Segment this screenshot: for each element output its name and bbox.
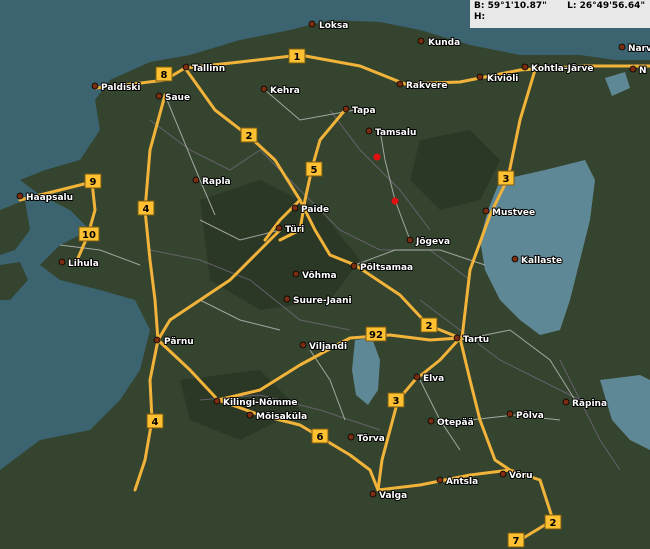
city-label: Võru xyxy=(509,471,533,481)
road-shield: 8 xyxy=(155,66,173,82)
road-number: 7 xyxy=(513,536,520,547)
city-label: Põltsamaa xyxy=(360,263,413,273)
coordinate-row: B: 59°1'10.87" L: 26°49'56.64" xyxy=(474,1,646,12)
road-shield: 10 xyxy=(78,226,100,242)
city-label: Suure-Jaani xyxy=(293,296,352,306)
road-shield: 7 xyxy=(507,532,525,548)
road-shield: 2 xyxy=(544,514,562,530)
map-canvas[interactable]: 1 8 2 5 3 9 4 10 2 92 3 4 6 2 7 Loksa Ku… xyxy=(0,0,650,549)
city-label: Elva xyxy=(423,374,444,384)
city-label: Jõgeva xyxy=(415,237,450,247)
road-number: 92 xyxy=(369,330,383,341)
city-label: Paldiski xyxy=(101,83,140,93)
city-label: Rapla xyxy=(202,177,231,187)
city[interactable]: Mõisaküla xyxy=(246,411,308,423)
city-label: Kilingi-Nõmme xyxy=(223,398,297,408)
location-marker[interactable] xyxy=(391,197,399,205)
location-marker[interactable] xyxy=(373,153,381,161)
city-label: Tamsalu xyxy=(375,128,416,138)
city-label: Tartu xyxy=(463,335,489,345)
road-number: 4 xyxy=(152,417,159,428)
road-number: 10 xyxy=(82,230,96,241)
road-shield: 9 xyxy=(84,173,102,189)
city-label: Põlva xyxy=(516,411,544,421)
city[interactable]: Suure-Jaani xyxy=(283,295,353,307)
height-row: H: xyxy=(474,12,646,23)
city-label: Türi xyxy=(285,225,304,235)
city[interactable]: Kilingi-Nõmme xyxy=(213,397,298,409)
road-number: 4 xyxy=(143,204,150,215)
road-shield: 6 xyxy=(311,428,329,444)
city-label: Mustvee xyxy=(492,208,535,218)
city-label: Kallaste xyxy=(521,256,562,266)
road-number: 5 xyxy=(311,165,318,176)
latitude-label: B: xyxy=(474,1,485,11)
city-label: Võhma xyxy=(302,271,337,281)
longitude-value: 26°49'56.64" xyxy=(579,1,646,11)
road-shield: 2 xyxy=(420,317,438,333)
city-label: Rakvere xyxy=(406,81,448,91)
city-label: Paide xyxy=(301,205,329,215)
road-number: 2 xyxy=(426,321,433,332)
city-label: Kehra xyxy=(270,86,300,96)
road-shield: 5 xyxy=(305,161,323,177)
road-shield: 4 xyxy=(146,413,164,429)
road-shield: 1 xyxy=(288,48,306,64)
city-label: Pärnu xyxy=(164,337,194,347)
city-label: Kunda xyxy=(428,38,460,48)
road-number: 9 xyxy=(90,177,97,188)
city-label: Saue xyxy=(165,93,190,103)
city-label: Räpina xyxy=(572,399,607,409)
road-shield: 3 xyxy=(387,392,405,408)
city-label: N xyxy=(639,66,647,76)
coordinate-readout: B: 59°1'10.87" L: 26°49'56.64" H: xyxy=(470,0,650,28)
road-shield: 4 xyxy=(137,200,155,216)
road-number: 8 xyxy=(161,70,168,81)
city[interactable]: Põltsamaa xyxy=(350,262,414,274)
city-label: Narv xyxy=(628,44,650,54)
city-label: Tapa xyxy=(352,106,376,116)
road-number: 3 xyxy=(393,396,400,407)
city-label: Valga xyxy=(379,491,407,501)
city-label: Kohtla-Järve xyxy=(531,64,593,74)
city[interactable]: Kohtla-Järve xyxy=(521,63,594,75)
city-label: Mõisaküla xyxy=(256,412,307,422)
road-number: 2 xyxy=(246,131,253,142)
city-label: Loksa xyxy=(319,21,348,31)
city-label: Lihula xyxy=(68,259,99,269)
city-label: Tallinn xyxy=(192,64,225,74)
city-label: Otepää xyxy=(437,418,474,428)
road-shield: 92 xyxy=(365,326,387,342)
road-number: 6 xyxy=(317,432,324,443)
road-number: 3 xyxy=(503,174,510,185)
height-label: H: xyxy=(474,12,486,22)
city-label: Kiviõli xyxy=(487,74,518,84)
city-label: Antsla xyxy=(446,477,478,487)
road-number: 1 xyxy=(294,52,301,63)
city-label: Haapsalu xyxy=(26,193,73,203)
city-label: Viljandi xyxy=(309,342,347,352)
road-shield: 3 xyxy=(497,170,515,186)
longitude-label: L: xyxy=(567,1,577,11)
latitude-value: 59°1'10.87" xyxy=(487,1,547,11)
city-label: Tõrva xyxy=(357,434,385,444)
road-shield: 2 xyxy=(240,127,258,143)
road-number: 2 xyxy=(550,518,557,529)
city[interactable]: Haapsalu xyxy=(16,192,74,204)
